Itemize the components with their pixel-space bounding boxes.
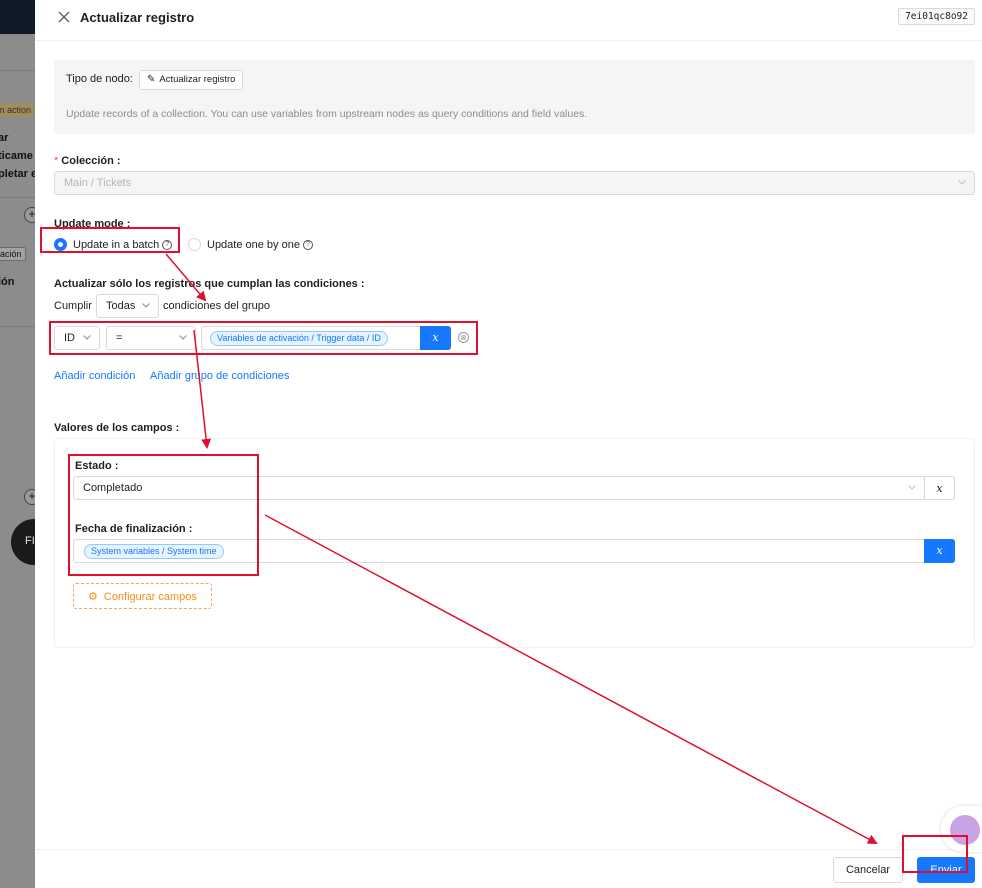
update-record-drawer: Actualizar registro 7ei01qc8o92 Tipo de … — [35, 0, 982, 888]
background-plus-icon: + — [24, 489, 35, 505]
condition-field-select[interactable]: ID — [54, 326, 100, 350]
conditions-prefix: Cumplir — [54, 300, 92, 312]
background-divider — [0, 326, 35, 327]
required-mark: * — [54, 155, 59, 167]
conditions-suffix: condiciones del grupo — [163, 300, 271, 312]
conditions-label: Actualizar sólo los registros que cumpla… — [54, 278, 365, 290]
assistant-avatar[interactable] — [941, 806, 982, 852]
variable-tag: System variables / System time — [84, 544, 224, 559]
update-mode-label: Update mode : — [54, 218, 131, 230]
gear-icon: ⚙ — [88, 591, 98, 603]
background-page: m action ar ticame pletar e + ación ión … — [0, 0, 35, 888]
background-divider — [0, 70, 35, 71]
status-select[interactable]: Completado — [73, 476, 925, 500]
variable-picker-button[interactable]: x — [420, 326, 451, 350]
node-type-button-label: Actualizar registro — [159, 74, 236, 85]
configure-fields-label: Configurar campos — [103, 591, 197, 603]
status-variable-button[interactable]: x — [924, 476, 955, 500]
node-type-button[interactable]: ✎ Actualizar registro — [139, 70, 244, 90]
configure-fields-button[interactable]: ⚙ Configurar campos — [73, 583, 212, 609]
collection-value: Main / Tickets — [64, 177, 132, 189]
radio-update-batch[interactable]: Update in a batch ? — [54, 238, 173, 251]
variable-picker-button[interactable]: x — [924, 539, 955, 563]
edit-icon: ✎ — [147, 74, 156, 85]
drawer-footer: Cancelar Enviar — [35, 849, 982, 888]
node-description: Update records of a collection. You can … — [66, 108, 588, 120]
background-end-node: FI — [11, 519, 35, 565]
remove-condition-icon[interactable]: ⊗ — [458, 332, 469, 343]
background-badge: m action — [0, 103, 35, 117]
chevron-down-icon — [958, 180, 966, 185]
node-type-label: Tipo de nodo: — [66, 73, 133, 85]
condition-value-input[interactable]: Variables de activación / Trigger data /… — [201, 326, 451, 350]
chevron-down-icon — [83, 335, 91, 340]
condition-operator-value: = — [116, 332, 123, 344]
field-values-label: Valores de los campos : — [54, 422, 180, 434]
background-text: ar — [0, 132, 9, 144]
status-field-label: Estado : — [75, 460, 119, 472]
radio-label: Update in a batch — [73, 238, 160, 251]
drawer-header: Actualizar registro 7ei01qc8o92 — [35, 0, 982, 41]
condition-field-value: ID — [64, 332, 75, 344]
help-icon[interactable]: ? — [302, 239, 313, 250]
collection-label: * Colección : — [54, 155, 121, 167]
radio-update-one-by-one[interactable]: Update one by one ? — [188, 238, 313, 251]
add-condition-link[interactable]: Añadir condición — [54, 370, 135, 382]
background-topbar — [0, 0, 35, 34]
completion-date-input[interactable]: System variables / System time x — [73, 539, 955, 563]
submit-button[interactable]: Enviar — [917, 857, 975, 883]
background-text: ticame — [0, 150, 33, 162]
match-type-select[interactable]: Todas — [96, 294, 159, 318]
background-plus-icon: + — [24, 207, 35, 223]
help-icon[interactable]: ? — [162, 239, 173, 250]
cancel-button[interactable]: Cancelar — [833, 857, 903, 883]
background-chip: ación — [0, 247, 26, 261]
radio-label: Update one by one — [207, 238, 300, 251]
status-value: Completado — [83, 482, 143, 494]
background-text: pletar e — [0, 168, 35, 180]
chevron-down-icon — [142, 303, 150, 308]
node-info-box: Tipo de nodo: ✎ Actualizar registro Updat… — [54, 60, 975, 134]
close-icon[interactable] — [57, 10, 71, 24]
background-divider — [0, 197, 35, 198]
completion-date-label: Fecha de finalización : — [75, 523, 193, 535]
chevron-down-icon — [908, 485, 916, 490]
match-type-value: Todas — [106, 300, 136, 312]
radio-checked-icon — [54, 238, 67, 251]
node-id-badge[interactable]: 7ei01qc8o92 — [898, 8, 975, 25]
radio-unchecked-icon — [188, 238, 201, 251]
chevron-down-icon — [179, 335, 187, 340]
collection-select[interactable]: Main / Tickets — [54, 171, 975, 195]
background-section-text: ión — [0, 276, 15, 288]
drawer-title: Actualizar registro — [80, 10, 195, 25]
assistant-avatar-image — [950, 815, 980, 845]
variable-tag: Variables de activación / Trigger data /… — [210, 331, 388, 346]
condition-operator-select[interactable]: = — [106, 326, 196, 350]
add-condition-group-link[interactable]: Añadir grupo de condiciones — [150, 370, 289, 382]
